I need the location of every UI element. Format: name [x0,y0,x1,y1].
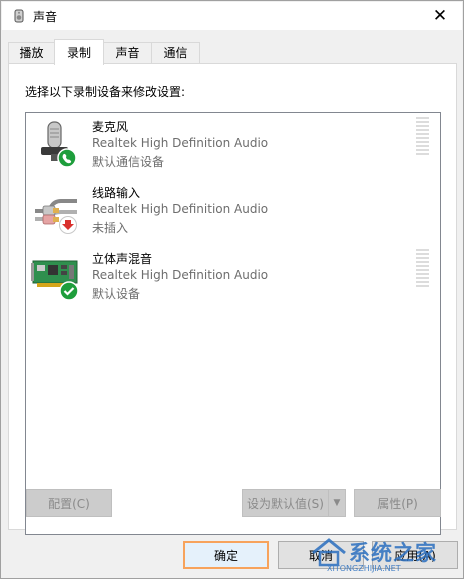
device-driver: Realtek High Definition Audio [92,268,269,282]
ok-button[interactable]: 确定 [183,541,269,569]
tab-playback[interactable]: 播放 [8,42,55,64]
configure-button[interactable]: 配置(C) [26,489,112,517]
tab-sounds[interactable]: 声音 [103,42,152,64]
watermark-url: XITONGZHIJIA.NET [327,564,401,573]
instruction-text: 选择以下录制设备来修改设置: [25,85,186,99]
microphone-icon [41,121,77,168]
device-driver: Realtek High Definition Audio [92,136,269,150]
title-bar: 声音 ✕ [2,2,462,30]
tab-recording[interactable]: 录制 [54,39,104,65]
level-meter [416,249,429,289]
chevron-down-icon: ▼ [333,498,341,508]
device-status: 未插入 [92,221,129,235]
device-driver: Realtek High Definition Audio [92,202,269,216]
device-name: 麦克风 [92,120,129,134]
device-status: 默认设备 [92,287,141,301]
window-title: 声音 [33,10,58,24]
device-list[interactable]: 麦克风 Realtek High Definition Audio 默认通信设备 [25,112,441,535]
set-default-dropdown-button[interactable]: ▼ [328,489,346,517]
device-status: 默认通信设备 [92,155,165,169]
phone-badge-icon [57,148,77,168]
sound-dialog: 声音 ✕ 播放 录制 声音 通信 选择以下录制设备来修改设置: 麦克风 Real… [0,0,464,579]
properties-button[interactable]: 属性(P) [354,489,441,517]
watermark: 系统之家 XITONGZHIJIA.NET [309,535,459,575]
device-item-microphone[interactable]: 麦克风 Realtek High Definition Audio 默认通信设备 [26,115,440,177]
level-meter [416,117,429,157]
set-default-button[interactable]: 设为默认值(S) [242,489,329,517]
device-item-stereo-mix[interactable]: 立体声混音 Realtek High Definition Audio 默认设备 [26,247,440,309]
house-logo-icon [312,538,346,567]
device-name: 立体声混音 [92,252,153,266]
tab-communications[interactable]: 通信 [151,42,200,64]
device-name: 线路输入 [92,186,141,200]
close-button[interactable]: ✕ [418,2,462,30]
line-in-cable-icon [35,199,77,234]
recording-panel: 选择以下录制设备来修改设置: 麦克风 Realtek High Definiti… [8,63,457,535]
close-icon: ✕ [432,6,448,26]
device-item-line-in[interactable]: 线路输入 Realtek High Definition Audio 未插入 [26,181,440,243]
speaker-icon [14,9,24,23]
watermark-text: 系统之家 [349,541,437,565]
sound-card-icon [31,260,79,301]
